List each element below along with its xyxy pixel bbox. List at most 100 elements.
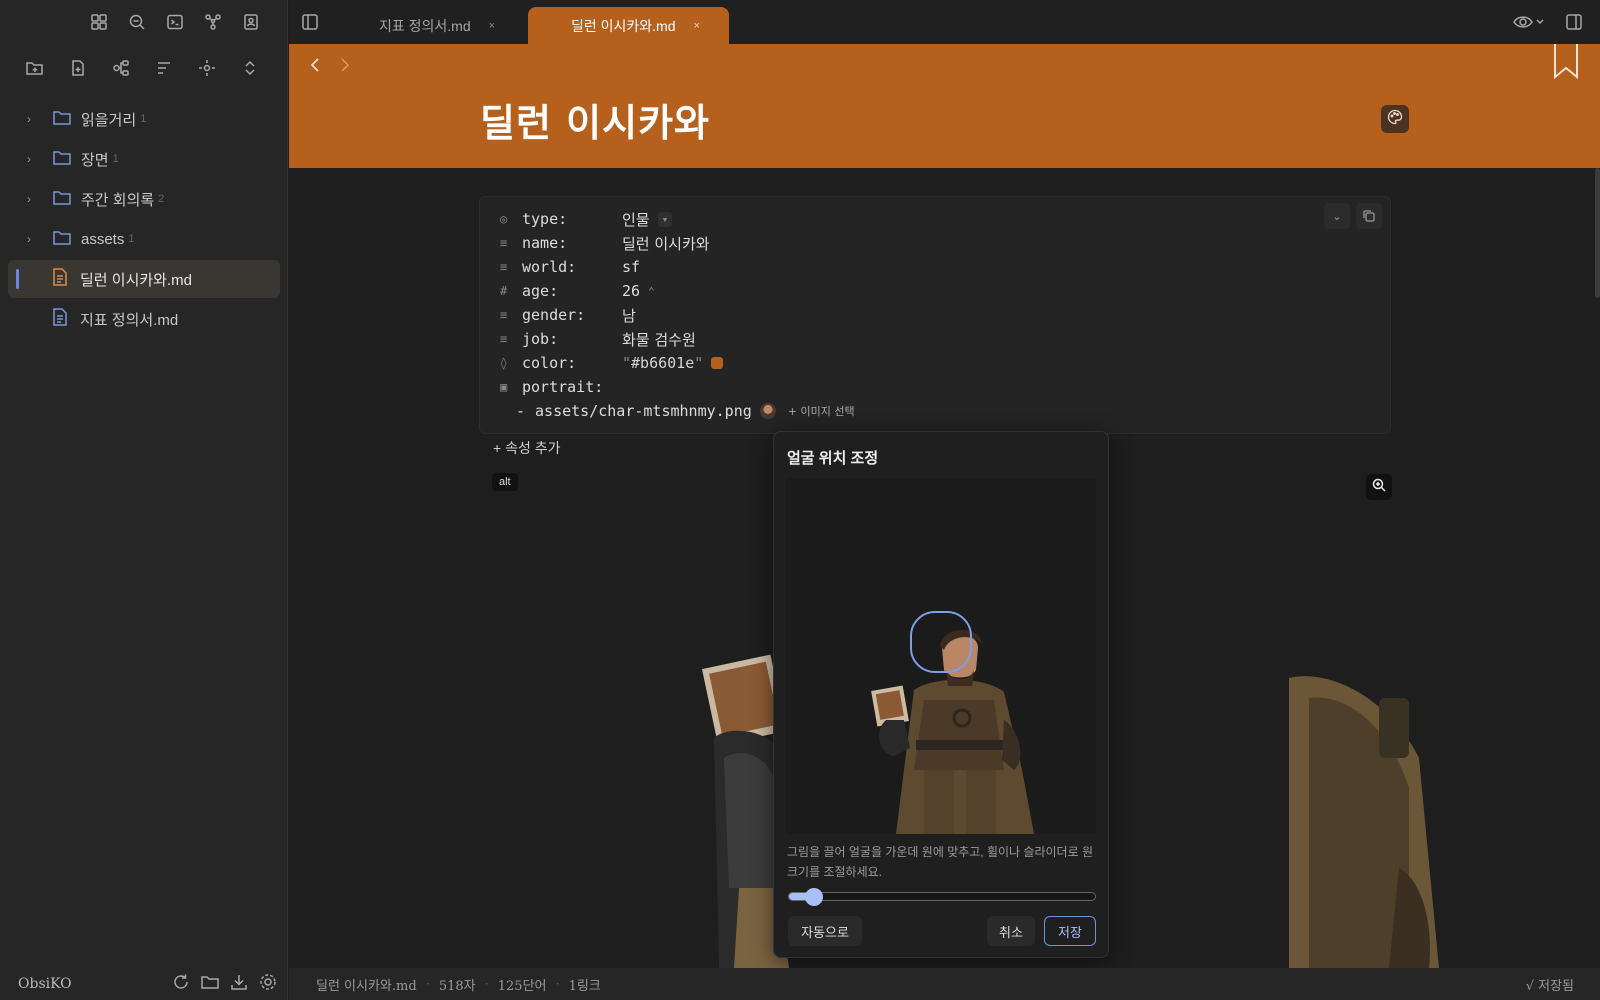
nav-forward-icon[interactable]: [339, 57, 351, 78]
property-value[interactable]: 26: [622, 282, 640, 300]
color-swatch[interactable]: [711, 357, 724, 369]
download-icon[interactable]: [229, 972, 249, 996]
tab-inactive[interactable]: 지표 정의서.md ×: [379, 7, 495, 44]
property-portrait[interactable]: ▣ portrait:: [500, 375, 622, 399]
crop-stage[interactable]: [786, 478, 1096, 834]
property-job[interactable]: ≡ job: 화물 검수원: [500, 327, 696, 351]
dialog-hint: 그림을 끌어 얼굴을 가운데 원에 맞추고, 휠이나 슬라이더로 원 크기를 조…: [787, 845, 1094, 879]
graph-icon[interactable]: [202, 11, 224, 33]
text-icon: ≡: [500, 308, 508, 322]
properties-panel: ⌄ ◎ type: 인물 ▾ ≡ name: 딜런 이시카와 ≡ world: …: [479, 196, 1391, 434]
copy-icon[interactable]: [1356, 203, 1382, 229]
circle-size-slider[interactable]: [788, 888, 1096, 906]
focus-icon[interactable]: [196, 57, 218, 79]
alt-badge[interactable]: alt: [492, 473, 518, 491]
reading-view-icon[interactable]: [1513, 13, 1545, 36]
layout-grid-icon[interactable]: [88, 11, 110, 33]
face-position-dialog: 얼굴 위치 조정 그림을 끌어 얼굴을 가운데 원에 맞추고, 휠이나 슬라이더…: [773, 431, 1109, 958]
property-name[interactable]: ≡ name: 딜런 이시카와: [500, 231, 710, 255]
save-button[interactable]: 저장: [1044, 916, 1096, 946]
graph-view-icon[interactable]: [110, 57, 132, 79]
property-value[interactable]: 인물: [622, 209, 650, 230]
terminal-icon[interactable]: [164, 11, 186, 33]
chevron-right-icon[interactable]: ›: [27, 192, 45, 206]
folder-count: 1: [128, 233, 135, 245]
folder-label: 읽을거리: [81, 111, 137, 129]
sync-icon[interactable]: [171, 972, 191, 996]
property-key[interactable]: type:: [522, 210, 622, 228]
portrait-path[interactable]: assets/char-mtsmhnmy.png: [535, 402, 752, 420]
collapse-properties-icon[interactable]: ⌄: [1324, 203, 1350, 229]
status-saved: √ 저장됨: [1525, 978, 1574, 994]
property-type[interactable]: ◎ type: 인물 ▾: [500, 207, 673, 231]
dropdown-icon[interactable]: ▾: [657, 211, 673, 227]
stepper-icon[interactable]: ⌃: [648, 285, 655, 298]
tree-folder[interactable]: › 장면 1: [8, 140, 280, 178]
quote-mark: ": [694, 354, 704, 372]
tree-file-active[interactable]: 딜런 이시카와.md: [8, 260, 280, 298]
tree-folder[interactable]: › assets 1: [8, 220, 280, 258]
property-value[interactable]: 남: [622, 305, 636, 326]
property-key[interactable]: name:: [522, 234, 622, 252]
palette-icon: [1387, 109, 1403, 130]
property-value[interactable]: 딜런 이시카와: [622, 233, 710, 254]
bookmark-icon[interactable]: [1553, 44, 1579, 85]
property-key[interactable]: job:: [522, 330, 622, 348]
chevron-right-icon[interactable]: ›: [27, 112, 45, 126]
cancel-button[interactable]: 취소: [987, 916, 1035, 946]
vault-name[interactable]: ObsiKO: [18, 976, 72, 992]
property-color[interactable]: ◊ color: " #b6601e ": [500, 351, 724, 375]
property-key[interactable]: color:: [522, 354, 622, 372]
chevron-right-icon[interactable]: ›: [27, 232, 45, 246]
slider-knob[interactable]: [804, 888, 823, 906]
property-gender[interactable]: ≡ gender: 남: [500, 303, 636, 327]
new-file-icon[interactable]: [67, 57, 89, 79]
property-value[interactable]: #b6601e: [631, 354, 694, 372]
right-sidebar-toggle-icon[interactable]: [1565, 13, 1583, 36]
property-value[interactable]: 화물 검수원: [622, 329, 696, 350]
file-icon: [52, 308, 72, 330]
property-key[interactable]: age:: [522, 282, 622, 300]
settings-icon[interactable]: [258, 972, 278, 996]
tree-folder[interactable]: › 주간 회의록 2: [8, 180, 280, 218]
status-links[interactable]: 1링크: [569, 975, 601, 994]
note-header-banner: 딜런 이시카와: [289, 44, 1600, 168]
portrait-list-item[interactable]: - assets/char-mtsmhnmy.png + 이미지 선택: [516, 399, 855, 423]
tree-file[interactable]: 지표 정의서.md: [8, 300, 280, 338]
collapse-expand-icon[interactable]: [239, 57, 261, 79]
left-sidebar: › 읽을거리 1 › 장면 1 › 주간 회의록 2 › assets 1 딜런…: [0, 0, 288, 1000]
portrait-thumbnail: [759, 403, 776, 419]
list-icon: ◎: [500, 212, 508, 226]
tab-active[interactable]: 딜런 이시카와.md ×: [528, 7, 729, 44]
folder-count: 2: [158, 193, 165, 205]
folder-icon: [53, 190, 73, 209]
property-age[interactable]: # age: 26 ⌃: [500, 279, 655, 303]
tab-close-icon[interactable]: ×: [489, 20, 495, 32]
property-key[interactable]: portrait:: [522, 378, 622, 396]
palette-button[interactable]: [1381, 105, 1409, 133]
tree-folder[interactable]: › 읽을거리 1: [8, 100, 280, 138]
nav-back-icon[interactable]: [309, 57, 321, 78]
chevron-right-icon[interactable]: ›: [27, 152, 45, 166]
search-icon[interactable]: [126, 11, 148, 33]
new-folder-icon[interactable]: [24, 57, 46, 79]
property-key[interactable]: world:: [522, 258, 622, 276]
select-image-button[interactable]: + 이미지 선택: [788, 403, 855, 419]
tab-close-icon[interactable]: ×: [694, 20, 700, 32]
property-value[interactable]: sf: [622, 258, 640, 276]
property-world[interactable]: ≡ world: sf: [500, 255, 640, 279]
property-key[interactable]: gender:: [522, 306, 622, 324]
contact-card-icon[interactable]: [240, 11, 262, 33]
text-icon: ≡: [500, 260, 508, 274]
add-property-button[interactable]: + 속성 추가: [487, 434, 566, 462]
text-icon: ≡: [500, 332, 508, 346]
sidebar-toggle-icon[interactable]: [301, 13, 319, 36]
sort-icon[interactable]: [153, 57, 175, 79]
character-preview[interactable]: [786, 478, 1096, 834]
folder-label: 장면: [81, 151, 109, 169]
quote-mark: ": [622, 354, 632, 372]
zoom-button[interactable]: [1366, 474, 1392, 500]
auto-button[interactable]: 자동으로: [788, 916, 862, 946]
scrollbar[interactable]: [1595, 168, 1600, 298]
folder-open-icon[interactable]: [200, 972, 220, 996]
